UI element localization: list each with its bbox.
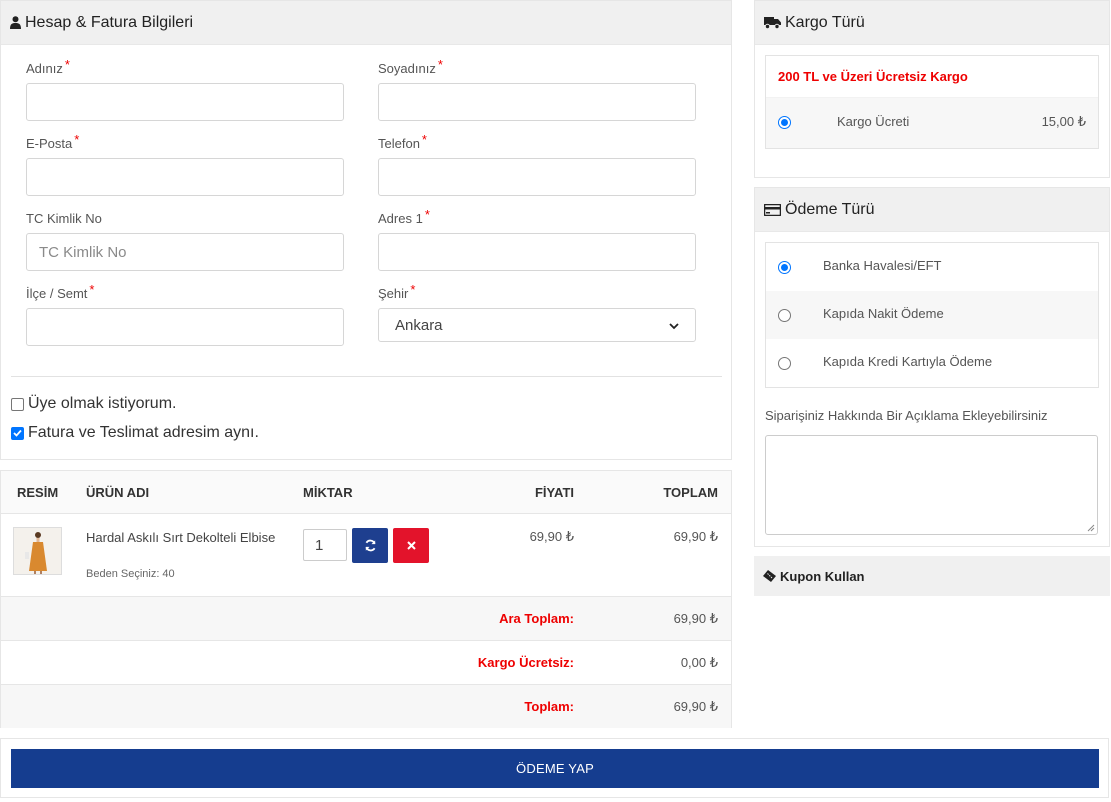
district-input[interactable]	[26, 308, 344, 346]
shipping-cost-value: 0,00 ₺	[680, 655, 718, 670]
same-address-checkbox-label: Fatura ve Teslimat adresim aynı.	[28, 424, 259, 441]
payment-option-label: Kapıda Kredi Kartıyla Ödeme	[823, 354, 993, 369]
shipping-cost-label: Kargo Ücretsiz:	[477, 655, 574, 670]
product-thumbnail[interactable]	[13, 527, 62, 575]
update-quantity-button[interactable]	[352, 528, 388, 563]
payment-option-card-on-delivery[interactable]: Kapıda Kredi Kartıyla Ödeme	[766, 339, 1098, 387]
credit-card-icon	[764, 203, 781, 216]
item-total: 69,90 ₺	[673, 529, 718, 544]
same-address-checkbox[interactable]	[11, 426, 24, 440]
header-total: TOPLAM	[663, 485, 718, 500]
tc-no-input[interactable]	[26, 233, 344, 271]
shipping-title: Kargo Türü	[785, 13, 865, 31]
order-note-textarea[interactable]	[765, 435, 1098, 535]
city-select[interactable]: Ankara	[378, 308, 696, 342]
city-label: Şehir *	[378, 282, 416, 301]
email-label: E-Posta *	[26, 132, 80, 151]
address-input[interactable]	[378, 233, 696, 271]
shipping-option-label: Kargo Ücreti	[837, 114, 910, 129]
first-name-input[interactable]	[26, 83, 344, 121]
check-icon	[13, 429, 22, 437]
payment-option-radio[interactable]	[778, 309, 791, 322]
header-quantity: MİKTAR	[303, 485, 353, 500]
tc-no-label: TC Kimlik No	[26, 211, 102, 226]
coupon-title: Kupon Kullan	[780, 568, 865, 584]
product-variant: Beden Seçiniz: 40	[86, 568, 175, 580]
total-value: 69,90 ₺	[673, 699, 718, 714]
pay-button[interactable]: ÖDEME YAP	[11, 749, 1099, 788]
subtotal-row: Ara Toplam: 69,90 ₺	[1, 596, 731, 640]
member-checkbox[interactable]	[11, 397, 24, 411]
member-checkbox-label: Üye olmak istiyorum.	[28, 395, 177, 412]
payment-option-label: Kapıda Nakit Ödeme	[823, 306, 944, 321]
email-input[interactable]	[26, 158, 344, 196]
shipping-option-radio[interactable]	[778, 116, 791, 129]
shipping-options: 200 TL ve Üzeri Ücretsiz Kargo Kargo Ücr…	[765, 55, 1099, 149]
remove-item-button[interactable]	[393, 528, 429, 563]
close-icon	[406, 541, 416, 550]
payment-option-radio[interactable]	[778, 357, 791, 370]
member-checkbox-row[interactable]: Üye olmak istiyorum.	[11, 395, 176, 413]
header-price: FİYATI	[534, 485, 574, 500]
district-label: İlçe / Semt *	[26, 282, 95, 301]
same-address-checkbox-row[interactable]: Fatura ve Teslimat adresim aynı.	[11, 424, 259, 442]
phone-label: Telefon *	[378, 132, 427, 151]
subtotal-value: 69,90 ₺	[673, 611, 718, 626]
refresh-icon	[364, 539, 376, 552]
order-note-label: Siparişiniz Hakkında Bir Açıklama Ekleye…	[765, 408, 1048, 423]
product-name[interactable]: Hardal Askılı Sırt Dekolteli Elbise	[86, 528, 276, 547]
form-divider	[11, 376, 722, 377]
header-image: RESİM	[17, 485, 59, 500]
cart-table: RESİM ÜRÜN ADI MİKTAR FİYATI TOPLAM Hard…	[0, 470, 732, 728]
resize-handle-icon[interactable]	[1087, 524, 1095, 532]
shipping-option-price: 15,00 ₺	[1041, 114, 1086, 129]
product-image	[14, 528, 61, 574]
city-selected-value: Ankara	[395, 316, 443, 334]
item-price: 69,90 ₺	[529, 529, 574, 544]
header-product-name: ÜRÜN ADI	[86, 485, 150, 500]
chevron-down-icon	[669, 317, 679, 334]
payment-option-cash-on-delivery[interactable]: Kapıda Nakit Ödeme	[766, 291, 1098, 339]
last-name-label: Soyadınız *	[378, 57, 443, 76]
total-label: Toplam:	[524, 699, 574, 714]
phone-input[interactable]	[378, 158, 696, 196]
shipping-cost-row: Kargo Ücretsiz: 0,00 ₺	[1, 640, 731, 684]
address-label: Adres 1 *	[378, 207, 430, 226]
account-billing-header: Hesap & Fatura Bilgileri	[1, 1, 731, 45]
payment-panel: Ödeme Türü Banka Havalesi/EFT Kapıda Nak…	[754, 187, 1110, 547]
shipping-option[interactable]: Kargo Ücreti 15,00 ₺	[766, 98, 1098, 148]
first-name-label: Adınız *	[26, 57, 70, 76]
payment-option-radio[interactable]	[778, 261, 791, 274]
payment-options: Banka Havalesi/EFT Kapıda Nakit Ödeme Ka…	[765, 242, 1099, 388]
total-row: Toplam: 69,90 ₺	[1, 684, 731, 728]
last-name-input[interactable]	[378, 83, 696, 121]
account-billing-panel: Hesap & Fatura Bilgileri Adınız * Soyadın…	[0, 0, 732, 460]
shipping-header: Kargo Türü	[755, 1, 1109, 45]
subtotal-label: Ara Toplam:	[499, 611, 574, 626]
free-shipping-promo: 200 TL ve Üzeri Ücretsiz Kargo	[766, 56, 1098, 98]
pay-button-container: ÖDEME YAP	[0, 738, 1109, 798]
payment-header: Ödeme Türü	[755, 188, 1109, 232]
account-billing-title: Hesap & Fatura Bilgileri	[25, 13, 194, 31]
shipping-panel: Kargo Türü 200 TL ve Üzeri Ücretsiz Karg…	[754, 0, 1110, 178]
user-icon	[10, 16, 21, 29]
payment-option-bank-transfer[interactable]: Banka Havalesi/EFT	[766, 243, 1098, 291]
quantity-input[interactable]: 1	[303, 529, 347, 561]
truck-icon	[764, 16, 781, 29]
payment-title: Ödeme Türü	[785, 200, 875, 218]
payment-option-label: Banka Havalesi/EFT	[823, 258, 942, 273]
coupon-toggle[interactable]: Kupon Kullan	[754, 556, 1110, 596]
ticket-icon	[763, 570, 776, 582]
